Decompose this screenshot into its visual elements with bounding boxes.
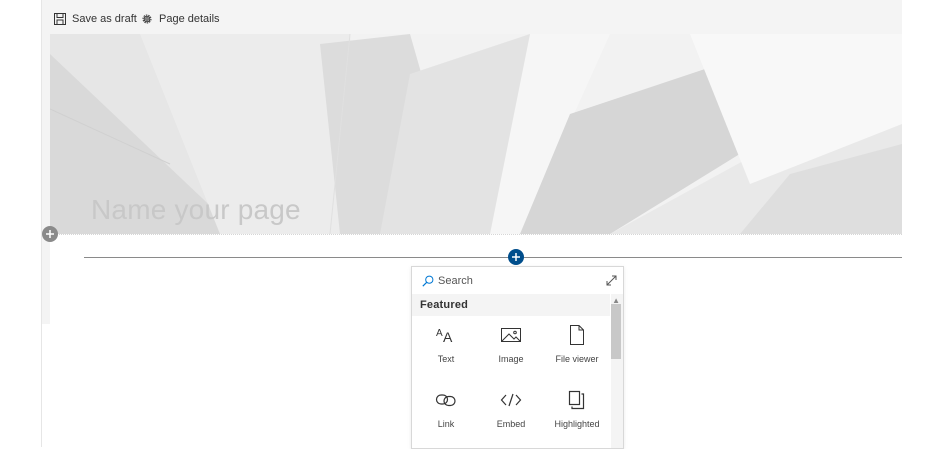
featured-header: Featured	[412, 294, 610, 316]
webpart-text[interactable]: A A Text	[413, 316, 479, 376]
toolbox-search	[412, 267, 623, 294]
command-bar: Save as draft Page details	[42, 0, 902, 36]
embed-icon	[478, 389, 544, 411]
scrollbar-thumb[interactable]	[611, 304, 621, 359]
webpart-highlighted-content[interactable]: Highlighted	[544, 381, 610, 441]
featured-label: Featured	[420, 299, 469, 311]
plus-icon	[512, 253, 520, 261]
webpart-toolbox: Featured ▲ A A Text Image	[411, 266, 624, 449]
webpart-image[interactable]: Image	[478, 316, 544, 376]
gear-icon	[142, 14, 152, 24]
webpart-file-viewer[interactable]: File viewer	[544, 316, 610, 376]
page-title-input[interactable]: Name your page	[91, 194, 301, 226]
webpart-label: File viewer	[555, 354, 599, 364]
highlighted-content-icon	[544, 389, 610, 411]
link-icon	[413, 389, 479, 411]
webpart-insert-line	[84, 257, 902, 258]
section-boundary	[50, 234, 902, 235]
toolbox-search-input[interactable]	[438, 271, 588, 291]
title-banner: Name your page	[50, 34, 902, 234]
webpart-label: Link	[437, 419, 455, 429]
file-icon	[544, 324, 610, 346]
save-icon	[54, 13, 66, 25]
canvas-edge	[42, 36, 50, 324]
webpart-link[interactable]: Link	[413, 381, 479, 441]
webpart-label: Embed	[496, 419, 526, 429]
svg-text:A: A	[436, 328, 443, 339]
page-details-label: Page details	[159, 13, 220, 25]
webpart-embed[interactable]: Embed	[478, 381, 544, 441]
svg-text:A: A	[443, 329, 453, 345]
page-details-button[interactable]: Page details	[141, 10, 220, 28]
expand-icon[interactable]	[606, 275, 617, 286]
save-as-draft-button[interactable]: Save as draft	[54, 10, 137, 28]
add-section-button[interactable]	[42, 226, 58, 242]
search-icon	[422, 275, 434, 287]
add-webpart-button[interactable]	[508, 249, 524, 265]
webpart-label: Image	[498, 354, 524, 364]
save-as-draft-label: Save as draft	[72, 13, 137, 25]
webpart-label: Text	[437, 354, 455, 364]
image-icon	[478, 324, 544, 346]
left-rail	[0, 0, 42, 447]
text-icon: A A	[413, 324, 479, 346]
plus-icon	[46, 230, 54, 238]
webpart-label: Highlighted	[554, 419, 600, 429]
